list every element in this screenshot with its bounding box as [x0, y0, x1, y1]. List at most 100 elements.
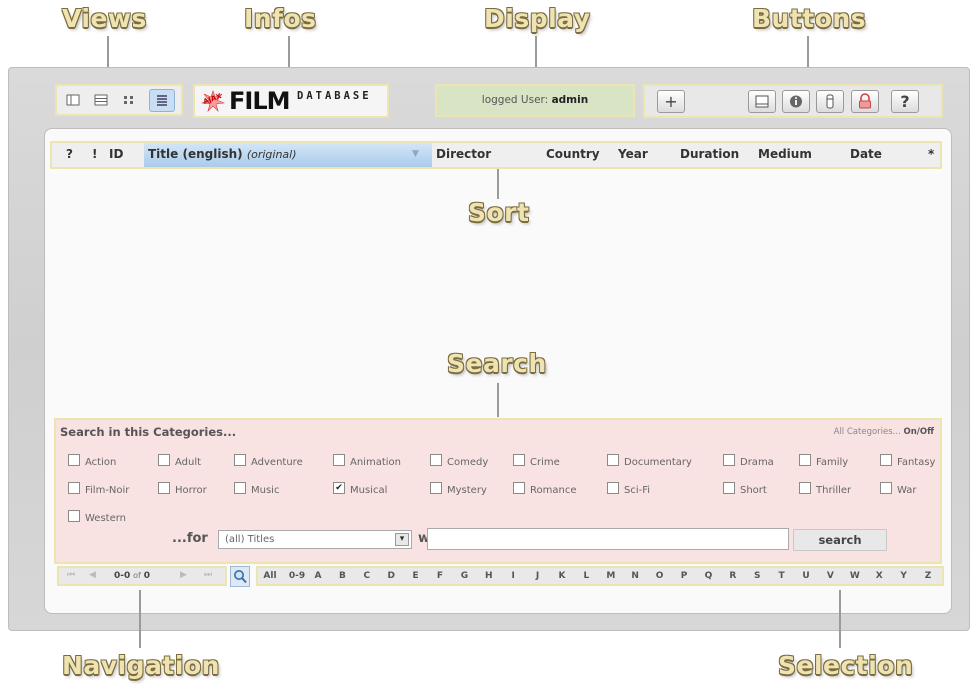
- category-checkbox[interactable]: [513, 454, 525, 466]
- search-button[interactable]: search: [793, 529, 887, 551]
- logged-user-text: logged User: admin: [437, 94, 633, 106]
- letter-link[interactable]: B: [339, 571, 346, 581]
- col-date[interactable]: Date: [850, 147, 882, 161]
- callout-infos: Infos: [244, 4, 317, 33]
- col-exclaim[interactable]: !: [92, 147, 97, 161]
- category-label: War: [897, 485, 917, 496]
- letter-link[interactable]: O: [656, 571, 664, 581]
- category-label: Adventure: [251, 457, 303, 468]
- letter-link[interactable]: H: [485, 571, 493, 581]
- category-checkbox[interactable]: [723, 454, 735, 466]
- next-page-icon[interactable]: ▶: [180, 570, 187, 580]
- prev-page-icon[interactable]: ◀: [89, 570, 96, 580]
- col-title-label: Title (english): [148, 147, 243, 161]
- letter-link[interactable]: All: [263, 571, 276, 581]
- title-select[interactable]: (all) Titles ▾: [218, 530, 412, 549]
- letter-link[interactable]: N: [631, 571, 639, 581]
- category-label: Adult: [175, 457, 202, 468]
- letter-link[interactable]: D: [387, 571, 394, 581]
- for-label: ...for: [172, 531, 208, 546]
- letter-link[interactable]: S: [754, 571, 760, 581]
- letter-link[interactable]: V: [827, 571, 834, 581]
- category-checkbox[interactable]: [880, 482, 892, 494]
- sort-arrow-icon[interactable]: ▼: [412, 149, 419, 159]
- category-checkbox[interactable]: [513, 482, 525, 494]
- category-checkbox[interactable]: [607, 482, 619, 494]
- letter-link[interactable]: G: [461, 571, 468, 581]
- letter-link[interactable]: K: [559, 571, 566, 581]
- category-checkbox[interactable]: [68, 482, 80, 494]
- export-icon[interactable]: [816, 90, 844, 113]
- letter-link[interactable]: T: [779, 571, 785, 581]
- category-checkbox[interactable]: [158, 482, 170, 494]
- category-label: Animation: [350, 457, 401, 468]
- category-checkbox[interactable]: [723, 482, 735, 494]
- action-buttons-box: + ?: [643, 84, 943, 118]
- category-checkbox[interactable]: [430, 454, 442, 466]
- search-icon[interactable]: [230, 566, 250, 587]
- letter-link[interactable]: P: [681, 571, 688, 581]
- letter-link[interactable]: I: [512, 571, 515, 581]
- letter-link[interactable]: 0-9: [289, 571, 305, 581]
- chevron-down-icon[interactable]: ▾: [395, 533, 409, 546]
- letter-link[interactable]: R: [729, 571, 736, 581]
- col-title[interactable]: Title (english) (original): [148, 147, 297, 161]
- category-checkbox[interactable]: ✔: [333, 482, 345, 494]
- help-button[interactable]: ?: [891, 90, 919, 113]
- col-year[interactable]: Year: [618, 147, 648, 161]
- search-input[interactable]: [427, 528, 789, 550]
- col-medium[interactable]: Medium: [758, 147, 812, 161]
- category-checkbox[interactable]: [799, 454, 811, 466]
- view-lines-icon[interactable]: [149, 89, 175, 112]
- col-id[interactable]: ID: [109, 147, 123, 161]
- letter-link[interactable]: F: [437, 571, 443, 581]
- col-country[interactable]: Country: [546, 147, 600, 161]
- last-page-icon[interactable]: ⏭: [204, 570, 212, 580]
- info-icon[interactable]: [782, 90, 810, 113]
- col-question[interactable]: ?: [66, 147, 73, 161]
- first-page-icon[interactable]: ⏮: [67, 570, 75, 580]
- col-star[interactable]: *: [928, 147, 934, 161]
- category-checkbox[interactable]: [799, 482, 811, 494]
- letter-link[interactable]: J: [536, 571, 539, 581]
- category-checkbox[interactable]: [68, 454, 80, 466]
- category-checkbox[interactable]: [68, 510, 80, 522]
- callout-line: [839, 590, 841, 648]
- letter-link[interactable]: X: [876, 571, 883, 581]
- letter-link[interactable]: W: [850, 571, 860, 581]
- view-split-icon[interactable]: [62, 90, 84, 111]
- annotated-screenshot: Views Infos Display Buttons AJAX FILM DA…: [0, 0, 972, 690]
- category-checkbox[interactable]: [607, 454, 619, 466]
- view-list-icon[interactable]: [90, 90, 112, 111]
- col-duration[interactable]: Duration: [680, 147, 739, 161]
- callout-line: [497, 383, 499, 417]
- letter-link[interactable]: A: [315, 571, 322, 581]
- page-range-value: 0-0: [114, 571, 131, 581]
- print-icon[interactable]: [748, 90, 776, 113]
- on-off-toggle[interactable]: On/Off: [904, 427, 935, 437]
- callout-sort: Sort: [468, 198, 530, 227]
- page-range: 0-0 of 0: [114, 571, 150, 581]
- letter-link[interactable]: E: [413, 571, 419, 581]
- col-director[interactable]: Director: [436, 147, 491, 161]
- table-header: ? ! ID Title (english) (original) ▼ Dire…: [50, 141, 942, 169]
- category-checkbox[interactable]: [158, 454, 170, 466]
- category-checkbox[interactable]: [430, 482, 442, 494]
- category-label: Thriller: [816, 485, 852, 496]
- category-checkbox[interactable]: [234, 482, 246, 494]
- lock-icon[interactable]: [851, 90, 879, 113]
- letter-link[interactable]: Y: [900, 571, 907, 581]
- letter-link[interactable]: Q: [705, 571, 713, 581]
- letter-link[interactable]: C: [363, 571, 370, 581]
- letter-link[interactable]: U: [802, 571, 809, 581]
- category-checkbox[interactable]: [880, 454, 892, 466]
- letter-link[interactable]: Z: [925, 571, 932, 581]
- letter-link[interactable]: M: [606, 571, 615, 581]
- letter-link[interactable]: L: [584, 571, 590, 581]
- category-label: Mystery: [447, 485, 487, 496]
- col-title-original: (original): [246, 148, 297, 161]
- category-checkbox[interactable]: [333, 454, 345, 466]
- view-grid-icon[interactable]: [118, 90, 140, 111]
- add-button[interactable]: +: [657, 90, 685, 113]
- category-checkbox[interactable]: [234, 454, 246, 466]
